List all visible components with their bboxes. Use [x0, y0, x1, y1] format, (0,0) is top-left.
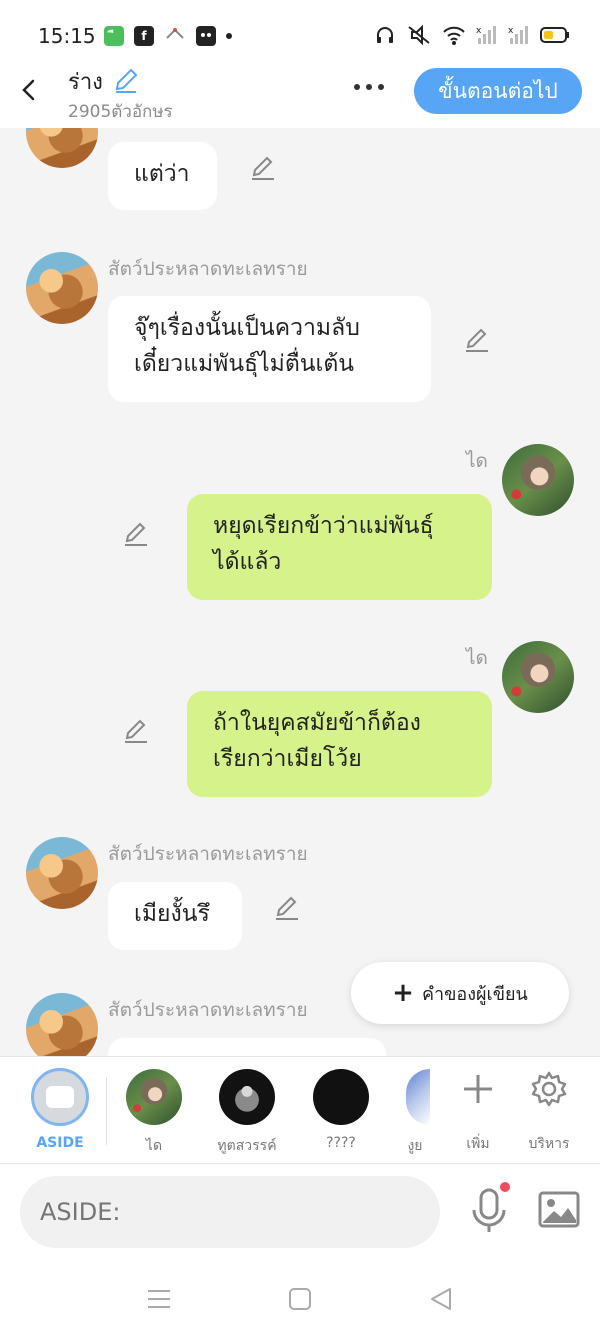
more-options-button[interactable]: [354, 84, 384, 90]
message-text-line: หยุดเรียกข้าว่าแม่พันธุ์: [213, 513, 434, 539]
avatar-sand-monster[interactable]: [26, 252, 98, 324]
message-text-line: จุ๊ๆเรื่องนั้นเป็นความลับ: [134, 315, 360, 341]
message-bubble[interactable]: จุ๊ๆเรื่องนั้นเป็นความลับ เดี๋ยวแม่พันธุ…: [108, 296, 431, 402]
message-bubble[interactable]: หยุดเรียกข้าว่าแม่พันธุ์ ได้แล้ว: [187, 494, 492, 600]
add-character-button[interactable]: เพิ่ม: [448, 1069, 508, 1155]
mute-icon: [406, 24, 432, 50]
speaker-name: สัตว์ประหลาดทะเลทราย: [108, 843, 308, 865]
message-input[interactable]: [20, 1176, 440, 1248]
wifi-icon: [442, 24, 466, 50]
edit-message-button[interactable]: [273, 894, 301, 922]
image-icon: [538, 1191, 580, 1228]
pencil-icon: [115, 68, 138, 93]
edit-title-button[interactable]: [112, 66, 140, 94]
signal-2-icon: x: [508, 24, 530, 50]
character-snake[interactable]: [406, 1069, 430, 1125]
notification-dot-icon: [226, 33, 232, 39]
status-bar: 15:15 ื f x x: [0, 0, 600, 62]
character-label: ????: [326, 1135, 356, 1151]
image-button[interactable]: [538, 1190, 580, 1230]
more-dot-icon: [354, 84, 360, 90]
pencil-icon: [276, 896, 298, 920]
speaker-name: สัตว์ประหลาดทะเลทราย: [108, 258, 308, 280]
character-label: ทูตสวรรค์: [217, 1138, 277, 1154]
signal-1-icon: x: [476, 24, 498, 50]
edit-message-button[interactable]: [463, 326, 491, 354]
author-note-button[interactable]: + คำของผู้เขียน: [351, 962, 569, 1024]
more-dot-icon: [366, 84, 372, 90]
chevron-left-icon: [22, 79, 35, 101]
back-nav-icon[interactable]: [428, 1286, 454, 1312]
message-text: แต่ว่า: [134, 161, 190, 187]
home-icon[interactable]: [287, 1286, 313, 1312]
character-dai[interactable]: [126, 1069, 182, 1125]
svg-text:x: x: [508, 26, 514, 36]
message-bubble[interactable]: เมียงั้นรึ: [108, 882, 242, 950]
edit-message-button[interactable]: [249, 154, 277, 182]
edit-message-button[interactable]: [122, 520, 150, 548]
pencil-icon: [125, 522, 147, 546]
avatar-dai[interactable]: [502, 444, 574, 516]
aside-label: ASIDE: [36, 1135, 84, 1151]
input-bar: [0, 1164, 600, 1264]
pencil-icon: [125, 719, 147, 743]
chat-area[interactable]: แต่ว่า สัตว์ประหลาดทะเลทราย จุ๊ๆเรื่องนั…: [0, 128, 600, 1056]
svg-text:x: x: [476, 26, 482, 36]
edit-message-button[interactable]: [122, 717, 150, 745]
pencil-icon: [466, 328, 488, 352]
headphones-icon: [374, 24, 396, 50]
message-text: เมียงั้นรึ: [134, 901, 210, 927]
next-step-button[interactable]: ขั้นตอนต่อไป: [414, 68, 582, 114]
avatar-sand-monster[interactable]: [26, 128, 98, 168]
chat-bubble-icon: [46, 1086, 74, 1108]
author-note-label: คำของผู้เขียน: [421, 983, 528, 1005]
divider: [106, 1077, 107, 1145]
avatar-dai[interactable]: [502, 641, 574, 713]
back-button[interactable]: [14, 74, 46, 106]
char-count: 2905ตัวอักษร: [68, 102, 173, 122]
character-label: งูย: [407, 1138, 423, 1154]
plus-icon: +: [392, 978, 414, 1008]
avatar-sand-monster[interactable]: [26, 837, 98, 909]
status-icons-left: ื f: [104, 24, 232, 48]
manage-button[interactable]: บริหาร: [519, 1069, 579, 1155]
status-icons-right: x x: [374, 24, 570, 50]
game-icon: [164, 24, 186, 48]
status-time: 15:15: [38, 24, 96, 48]
gear-icon: [531, 1071, 567, 1107]
speaker-name: สัตว์ประหลาดทะเลทราย: [108, 999, 308, 1021]
message-text-line: ถ้าในยุคสมัยข้าก็ต้อง: [213, 710, 421, 736]
battery-icon: [540, 26, 570, 48]
system-nav-bar: [0, 1264, 600, 1333]
app-header: ร่าง 2905ตัวอักษร ขั้นตอนต่อไป: [0, 62, 600, 128]
plus-icon: [464, 1075, 492, 1103]
avatar-sand-monster[interactable]: [26, 993, 98, 1056]
message-bubble[interactable]: แต่ว่า: [108, 142, 217, 210]
character-unknown[interactable]: [313, 1069, 369, 1125]
pencil-icon: [252, 156, 274, 180]
message-bubble[interactable]: [108, 1038, 386, 1056]
voice-input-button[interactable]: [470, 1186, 508, 1236]
notification-badge: [500, 1182, 510, 1192]
character-angel[interactable]: [219, 1069, 275, 1125]
message-bubble[interactable]: ถ้าในยุคสมัยข้าก็ต้อง เรียกว่าเมียโว้ย: [187, 691, 492, 797]
character-label: ได: [145, 1138, 163, 1154]
green-app-icon: ื: [104, 26, 124, 46]
message-text-line: เรียกว่าเมียโว้ย: [213, 746, 362, 772]
camera-app-icon: [196, 26, 216, 46]
aside-button[interactable]: [31, 1068, 89, 1126]
facebook-icon: f: [134, 26, 154, 46]
more-dot-icon: [378, 84, 384, 90]
page-title: ร่าง: [68, 70, 103, 95]
speaker-name: ได: [466, 647, 488, 669]
message-text-line: เดี๋ยวแม่พันธุ์ไม่ตื่นเต้น: [134, 351, 355, 377]
character-bar: ASIDE ได ทูตสวรรค์ ???? งูย เพิ่ม บริหาร: [0, 1056, 600, 1164]
microphone-icon: [472, 1188, 506, 1232]
message-text-line: ได้แล้ว: [213, 549, 282, 575]
add-label: เพิ่ม: [466, 1136, 490, 1152]
manage-label: บริหาร: [528, 1136, 570, 1152]
speaker-name: ได: [466, 450, 488, 472]
menu-icon[interactable]: [146, 1286, 172, 1312]
